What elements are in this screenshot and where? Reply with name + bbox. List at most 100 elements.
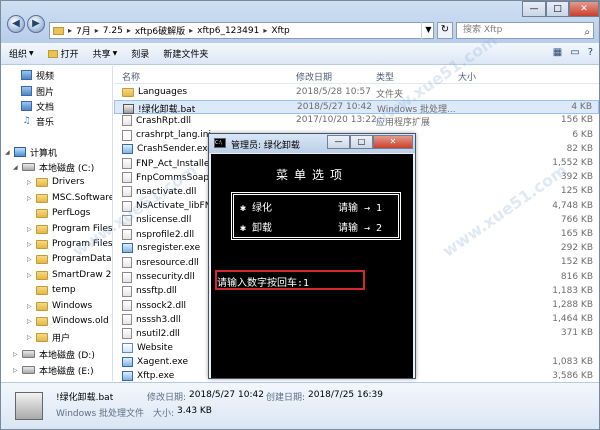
column-header-name[interactable]: 名称: [122, 70, 140, 83]
console-titlebar[interactable]: C:\ 管理员: 绿化卸载 — □ ✕: [209, 134, 415, 153]
breadcrumb-item[interactable]: Xftp: [271, 26, 289, 36]
address-bar[interactable]: ▸ 7月 ▸ 7.25 ▸ xftp6破解版 ▸ xftp6_123491 ▸ …: [49, 22, 434, 39]
expand-arrow-icon[interactable]: ▷: [13, 351, 19, 358]
close-button[interactable]: ✕: [569, 1, 599, 17]
breadcrumb-item[interactable]: xftp6破解版: [135, 24, 185, 37]
exe-file-icon: [122, 243, 133, 254]
minimize-button[interactable]: —: [327, 135, 350, 149]
nav-folder[interactable]: ▷ Windows: [27, 299, 92, 313]
file-size: 152 KB: [560, 257, 593, 268]
expand-arrow-icon[interactable]: ▷: [13, 367, 19, 374]
drive-icon: [22, 366, 35, 374]
nav-folder[interactable]: ▷ ProgramData: [27, 252, 111, 266]
nav-folder[interactable]: ▷ Program Files: [27, 222, 112, 236]
nav-item-label: 本地磁盘 (D:): [39, 350, 95, 361]
file-name: NsActivate_libFNP.: [136, 201, 219, 212]
file-row[interactable]: !绿化卸载.bat 2018/5/27 10:42 Windows 批处理... 4 …: [114, 100, 599, 115]
nav-folder[interactable]: ▷ Drivers: [27, 175, 84, 189]
expand-arrow-icon[interactable]: ▷: [27, 318, 33, 325]
expand-arrow-icon[interactable]: ▷: [27, 241, 33, 248]
nav-folder-label: Windows: [52, 301, 93, 311]
file-type: 文件夹: [376, 90, 404, 100]
file-size: 816 KB: [560, 271, 593, 282]
nav-folder-label: Windows.old: [52, 316, 109, 326]
preview-pane-icon[interactable]: ▭: [570, 47, 579, 58]
close-button[interactable]: ✕: [373, 135, 413, 149]
expand-arrow-icon[interactable]: ▷: [27, 334, 33, 341]
nav-item-documents[interactable]: 文档: [21, 99, 54, 113]
folder-icon: [36, 208, 48, 218]
nav-folder[interactable]: PerfLogs: [27, 206, 90, 220]
status-size-label: 大小:: [153, 409, 175, 419]
nav-item-videos[interactable]: 视频: [21, 68, 54, 82]
folder-icon: [36, 239, 48, 249]
share-label: 共享: [92, 50, 111, 60]
nav-item-pictures[interactable]: 图片: [21, 84, 54, 98]
expand-arrow-icon[interactable]: ▷: [27, 226, 33, 233]
file-name: nssecurity.dll: [136, 272, 195, 283]
help-icon[interactable]: ?: [588, 47, 593, 58]
console-output[interactable]: 菜单选项 ✱ 绿化 请输 → 1 ✱ 卸载 请输 → 2 请输入数字按回车:1: [211, 154, 413, 378]
column-header-type[interactable]: 类型: [376, 70, 394, 83]
breadcrumb-item[interactable]: xftp6_123491: [197, 26, 259, 36]
view-options-icon[interactable]: ▦: [553, 47, 562, 58]
file-size: 156 KB: [560, 115, 593, 126]
nav-folder[interactable]: ▷ Program Files: [27, 237, 112, 251]
folder-icon: [36, 193, 48, 203]
column-header-size[interactable]: 大小: [458, 70, 476, 83]
file-row[interactable]: CrashRpt.dll 2017/10/20 13:22 应用程序扩展 156 KB: [114, 114, 599, 128]
open-icon: [47, 49, 58, 58]
expand-arrow-icon[interactable]: ▷: [27, 179, 33, 186]
maximize-button[interactable]: □: [546, 1, 569, 17]
file-name: Languages: [138, 87, 188, 97]
nav-folder[interactable]: ▷ Windows.old: [27, 314, 109, 328]
nav-folder[interactable]: ▷ SmartDraw 20: [27, 268, 112, 282]
minimize-button[interactable]: —: [522, 1, 546, 17]
file-size: 165 KB: [560, 229, 593, 239]
file-row[interactable]: Languages 2018/5/28 10:57 文件夹: [114, 86, 599, 100]
nav-item-drive-d[interactable]: ▷ 本地磁盘 (D:): [13, 347, 95, 361]
expand-arrow-icon[interactable]: ▷: [27, 272, 33, 279]
chevron-down-icon[interactable]: ▼: [421, 22, 435, 39]
burn-button[interactable]: 刻录: [131, 47, 149, 60]
nav-item-drive-e[interactable]: ▷ 本地磁盘 (E:): [13, 363, 94, 377]
file-date: 2018/5/28 10:57: [296, 87, 371, 97]
file-size: 371 KB: [560, 328, 593, 339]
menu-title: 菜单选项: [275, 168, 348, 182]
batch-file-icon: [15, 392, 43, 420]
expand-arrow-icon[interactable]: ◢: [13, 164, 19, 171]
music-icon: ♫: [22, 115, 31, 126]
computer-icon: [14, 147, 26, 157]
expand-arrow-icon[interactable]: ▷: [27, 195, 33, 202]
breadcrumb-item[interactable]: 7月: [76, 24, 91, 37]
file-size: 1,183 KB: [552, 285, 593, 296]
new-folder-button[interactable]: 新建文件夹: [163, 47, 208, 60]
file-name-cell: crashrpt_lang.ini: [122, 129, 211, 141]
organize-menu[interactable]: 组织 ▼: [9, 47, 34, 60]
column-header-date[interactable]: 修改日期: [296, 70, 332, 83]
file-name-cell: Xftp.exe: [122, 371, 174, 381]
picture-library-icon: [21, 86, 32, 96]
nav-folder[interactable]: temp: [27, 283, 76, 297]
forward-button[interactable]: ▶: [27, 15, 45, 33]
share-menu[interactable]: 共享 ▼: [93, 47, 118, 60]
expand-arrow-icon[interactable]: ◢: [5, 149, 11, 156]
breadcrumb-item[interactable]: 7.25: [103, 26, 123, 36]
dll-file-icon: [122, 158, 132, 169]
nav-item-drive-c[interactable]: ◢ 本地磁盘 (C:): [13, 160, 94, 174]
maximize-button[interactable]: □: [350, 135, 373, 149]
nav-folder[interactable]: ▷ MSC.Software: [27, 191, 112, 205]
expand-arrow-icon[interactable]: ▷: [27, 303, 33, 310]
nav-item-music[interactable]: ♫ 音乐: [21, 114, 54, 128]
column-headers: 名称 修改日期 类型 大小: [114, 66, 599, 84]
nav-item-computer[interactable]: ◢ 计算机: [5, 145, 57, 159]
nav-folder[interactable]: ▷ 用户: [27, 330, 70, 344]
drive-icon: [22, 163, 35, 171]
open-button[interactable]: 打开: [47, 47, 79, 60]
search-input[interactable]: 搜索 Xftp ⌕: [456, 22, 594, 39]
expand-arrow-icon[interactable]: ▷: [27, 256, 33, 263]
menu-item-hint: 请输 → 2: [338, 223, 383, 234]
back-button[interactable]: ◀: [7, 15, 25, 33]
refresh-button[interactable]: ↻: [437, 22, 453, 39]
file-size: 3,586 KB: [552, 371, 593, 381]
